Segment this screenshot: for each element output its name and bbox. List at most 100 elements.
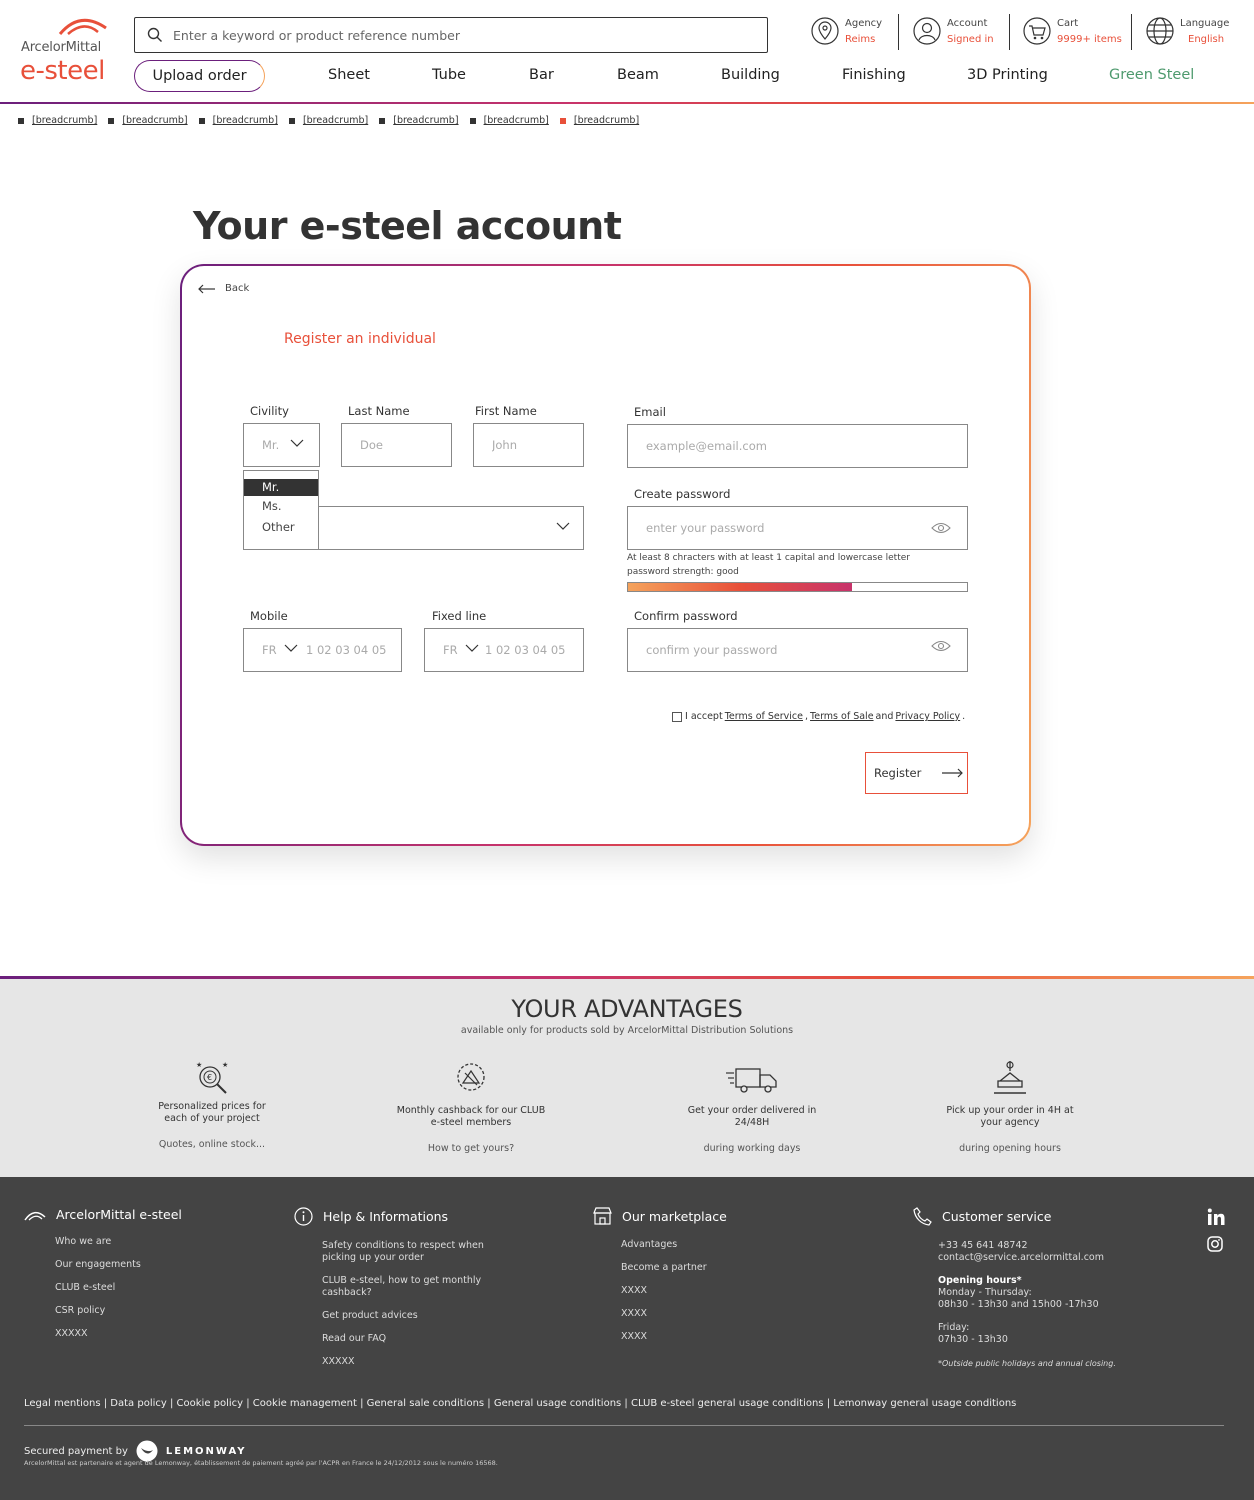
terms-separator: ,	[805, 711, 809, 722]
footer-column-title: Help & Informations	[323, 1209, 449, 1224]
nav-item-bar[interactable]: Bar	[529, 67, 554, 83]
breadcrumb-link[interactable]: [breadcrumb]	[303, 115, 368, 126]
footer-link[interactable]: CLUB e-steel	[55, 1282, 182, 1294]
footer-link[interactable]: Read our FAQ	[322, 1333, 497, 1345]
fixed-line-input[interactable]	[485, 640, 577, 660]
opening-hours-title: Opening hours*	[938, 1275, 1022, 1286]
terms-checkbox[interactable]	[672, 711, 682, 722]
fixed-line-field[interactable]: FR	[424, 628, 584, 672]
create-password-input[interactable]	[646, 518, 918, 538]
footer-link[interactable]: XXXX	[621, 1331, 727, 1343]
civility-option[interactable]: Ms.	[244, 496, 318, 517]
mobile-country-code[interactable]: FR	[262, 643, 277, 657]
customer-service-email[interactable]: contact@service.arcelormittal.com	[938, 1252, 1116, 1264]
breadcrumb-link[interactable]: [breadcrumb]	[213, 115, 278, 126]
nav-item-green-steel[interactable]: Green Steel	[1109, 67, 1194, 83]
footer-link[interactable]: Become a partner	[621, 1262, 727, 1274]
footer-link[interactable]: Advantages	[621, 1239, 727, 1251]
nav-item-beam[interactable]: Beam	[617, 67, 659, 83]
search-icon[interactable]	[147, 27, 163, 43]
footer-link[interactable]: XXXXX	[322, 1356, 497, 1368]
footer-column-about: ArcelorMittal e-steel Who we are Our eng…	[24, 1207, 182, 1351]
cart-icon	[1023, 17, 1051, 45]
arcelormittal-logo-icon	[58, 18, 107, 35]
customer-service-phone[interactable]: +33 45 641 48742	[938, 1240, 1116, 1252]
breadcrumb-bullet-icon	[18, 117, 24, 124]
price-magnifier-icon: € ★ ★	[196, 1061, 228, 1094]
mobile-field[interactable]: FR	[243, 628, 402, 672]
breadcrumb-item-current[interactable]: [breadcrumb]	[559, 115, 639, 126]
nav-item-building[interactable]: Building	[721, 67, 780, 83]
breadcrumb-item[interactable]: [breadcrumb]	[108, 115, 188, 126]
linkedin-icon[interactable]	[1207, 1208, 1225, 1225]
footer-link[interactable]: XXXX	[621, 1308, 727, 1320]
footer-link[interactable]: Safety conditions to respect when pickin…	[322, 1240, 497, 1264]
breadcrumb-link[interactable]: [breadcrumb]	[393, 115, 458, 126]
nav-item-tube[interactable]: Tube	[432, 67, 466, 83]
opening-hours-friday: Friday:	[938, 1322, 970, 1333]
civility-option[interactable]: Other	[244, 517, 318, 538]
svg-text:€: €	[207, 1073, 212, 1082]
breadcrumb-item[interactable]: [breadcrumb]	[18, 115, 97, 126]
breadcrumb-link[interactable]: [breadcrumb]	[484, 115, 549, 126]
brand-product[interactable]: e-steel	[20, 56, 105, 86]
mobile-input[interactable]	[306, 640, 396, 660]
footer-link[interactable]: XXXX	[621, 1285, 727, 1297]
last-name-field[interactable]	[341, 423, 452, 467]
footer-link[interactable]: Who we are	[55, 1236, 182, 1248]
fixed-line-country-code[interactable]: FR	[443, 643, 458, 657]
first-name-field[interactable]	[473, 423, 584, 467]
location-pin-icon	[811, 17, 839, 45]
terms-consent: I accept Terms of Service, Terms of Sale…	[672, 711, 965, 722]
opening-hours-note: *Outside public holidays and annual clos…	[938, 1359, 1116, 1368]
instagram-icon[interactable]	[1207, 1236, 1223, 1252]
upload-order-button[interactable]: Upload order	[134, 60, 265, 92]
footer-link[interactable]: CLUB e-steel, how to get monthly cashbac…	[322, 1275, 497, 1299]
advantage-detail-link[interactable]: Quotes, online stock...	[92, 1139, 332, 1150]
footer-link[interactable]: Get product advices	[322, 1310, 497, 1322]
breadcrumb-item[interactable]: [breadcrumb]	[379, 115, 459, 126]
nav-item-3d-printing[interactable]: 3D Printing	[967, 67, 1048, 83]
back-label: Back	[225, 283, 250, 294]
agency-selector[interactable]: Agency Reims	[811, 14, 891, 54]
back-link[interactable]: Back	[198, 283, 249, 294]
breadcrumb-item[interactable]: [breadcrumb]	[198, 115, 278, 126]
advantage-detail-link[interactable]: How to get yours?	[351, 1143, 591, 1154]
last-name-input[interactable]	[360, 435, 448, 455]
breadcrumb-link[interactable]: [breadcrumb]	[574, 115, 639, 126]
footer-link[interactable]: CSR policy	[55, 1305, 182, 1317]
confirm-password-field[interactable]	[627, 628, 968, 672]
chevron-down-icon	[290, 439, 304, 447]
nav-item-sheet[interactable]: Sheet	[328, 67, 370, 83]
email-field[interactable]	[627, 424, 968, 468]
header-gradient-line	[0, 102, 1254, 104]
first-name-input[interactable]	[492, 435, 580, 455]
password-strength-fill	[628, 583, 852, 591]
password-strength-text: password strength: good	[627, 567, 739, 577]
email-input[interactable]	[646, 436, 918, 456]
confirm-password-input[interactable]	[646, 640, 918, 660]
breadcrumb-item[interactable]: [breadcrumb]	[469, 115, 549, 126]
eye-icon[interactable]	[931, 522, 951, 534]
terms-of-service-link[interactable]: Terms of Service	[725, 711, 803, 722]
language-selector[interactable]: Language English	[1146, 14, 1246, 54]
breadcrumb-item[interactable]: [breadcrumb]	[288, 115, 368, 126]
terms-of-sale-link[interactable]: Terms of Sale	[810, 711, 874, 722]
account-menu[interactable]: Account Signed in	[913, 14, 1003, 54]
create-password-field[interactable]	[627, 506, 968, 550]
search-input[interactable]	[173, 24, 753, 46]
registration-card: Back Register an individual Civility Las…	[180, 264, 1031, 846]
page-title: Your e-steel account	[193, 204, 622, 248]
breadcrumb-link[interactable]: [breadcrumb]	[32, 115, 97, 126]
breadcrumb-link[interactable]: [breadcrumb]	[122, 115, 187, 126]
cart-button[interactable]: Cart 9999+ items	[1023, 14, 1123, 54]
civility-select[interactable]: Mr.	[243, 423, 320, 467]
legal-links[interactable]: Legal mentions | Data policy | Cookie po…	[24, 1398, 1016, 1409]
eye-icon[interactable]	[931, 640, 951, 652]
register-button[interactable]: Register	[865, 752, 968, 794]
footer-link[interactable]: Our engagements	[55, 1259, 182, 1271]
footer-link[interactable]: XXXXX	[55, 1328, 182, 1340]
civility-option[interactable]: Mr.	[244, 479, 318, 496]
privacy-policy-link[interactable]: Privacy Policy	[895, 711, 960, 722]
nav-item-finishing[interactable]: Finishing	[842, 67, 906, 83]
